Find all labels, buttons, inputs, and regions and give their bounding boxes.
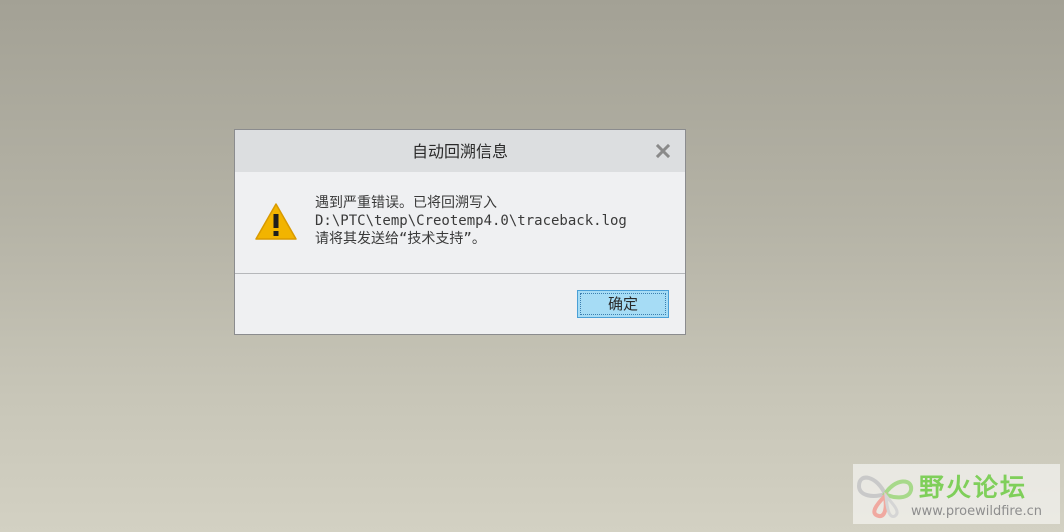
- dialog-body: 遇到严重错误。已将回溯写入 D:\PTC\temp\Creotemp4.0\tr…: [235, 172, 685, 273]
- close-icon[interactable]: [655, 143, 671, 159]
- ok-button[interactable]: 确定: [577, 290, 669, 318]
- warning-icon: [254, 202, 298, 242]
- message-line: 遇到严重错误。已将回溯写入: [315, 195, 497, 211]
- dialog-divider: [235, 273, 685, 274]
- butterfly-logo: [855, 466, 917, 522]
- dialog-title: 自动回溯信息: [411, 142, 508, 161]
- desktop-background: 自动回溯信息 遇到严重错误。已将回溯写入 D:\PTC\temp\Creotem…: [0, 0, 1064, 532]
- site-watermark: 野火论坛 www.proewildfire.cn: [853, 464, 1060, 524]
- watermark-name: 野火论坛: [919, 473, 1028, 502]
- message-line: D:\PTC\temp\Creotemp4.0\traceback.log: [315, 213, 627, 229]
- dialog-titlebar[interactable]: 自动回溯信息: [235, 130, 685, 172]
- message-line: 请将其发送给“技术支持”。: [315, 231, 486, 247]
- watermark-url: www.proewildfire.cn: [911, 504, 1042, 519]
- error-message: 遇到严重错误。已将回溯写入 D:\PTC\temp\Creotemp4.0\tr…: [315, 194, 675, 248]
- traceback-dialog: 自动回溯信息 遇到严重错误。已将回溯写入 D:\PTC\temp\Creotem…: [234, 129, 686, 335]
